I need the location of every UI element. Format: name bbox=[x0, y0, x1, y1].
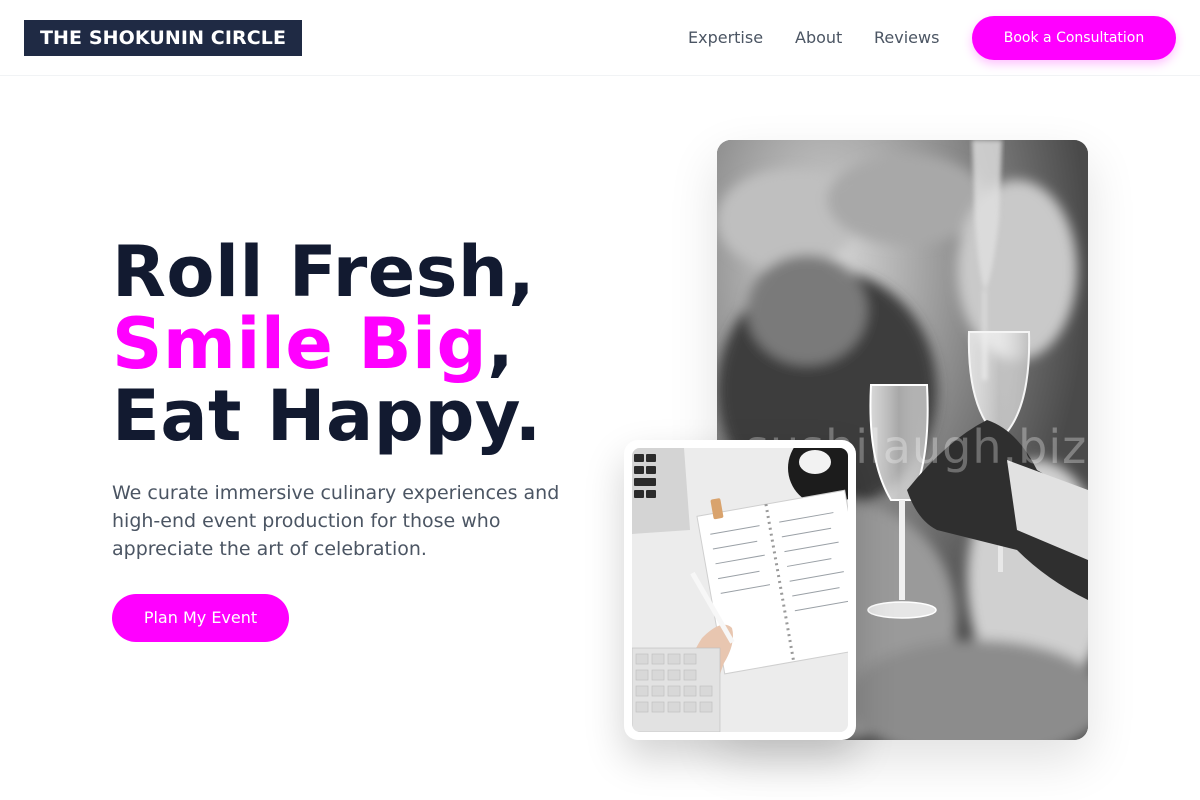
headline-line-3: Eat Happy. bbox=[112, 375, 542, 457]
hero-description: We curate immersive culinary experiences… bbox=[112, 482, 560, 560]
plan-my-event-button[interactable]: Plan My Event bbox=[112, 594, 289, 642]
planner-notebook-photo bbox=[632, 448, 848, 732]
site-header: THE SHOKUNIN CIRCLE Expertise About Revi… bbox=[0, 0, 1200, 76]
planner-illustration bbox=[632, 448, 848, 732]
book-consultation-button[interactable]: Book a Consultation bbox=[972, 16, 1176, 60]
nav-link-reviews[interactable]: Reviews bbox=[874, 28, 939, 48]
headline-comma: , bbox=[487, 303, 515, 385]
nav-link-expertise[interactable]: Expertise bbox=[688, 28, 763, 48]
headline-accent: Smile Big bbox=[112, 303, 488, 385]
planner-photo-card bbox=[624, 440, 856, 740]
nav-link-about[interactable]: About bbox=[795, 28, 842, 48]
hero-headline: Roll Fresh, Smile Big, Eat Happy. bbox=[112, 236, 632, 452]
headline-line-1: Roll Fresh, bbox=[112, 231, 536, 313]
